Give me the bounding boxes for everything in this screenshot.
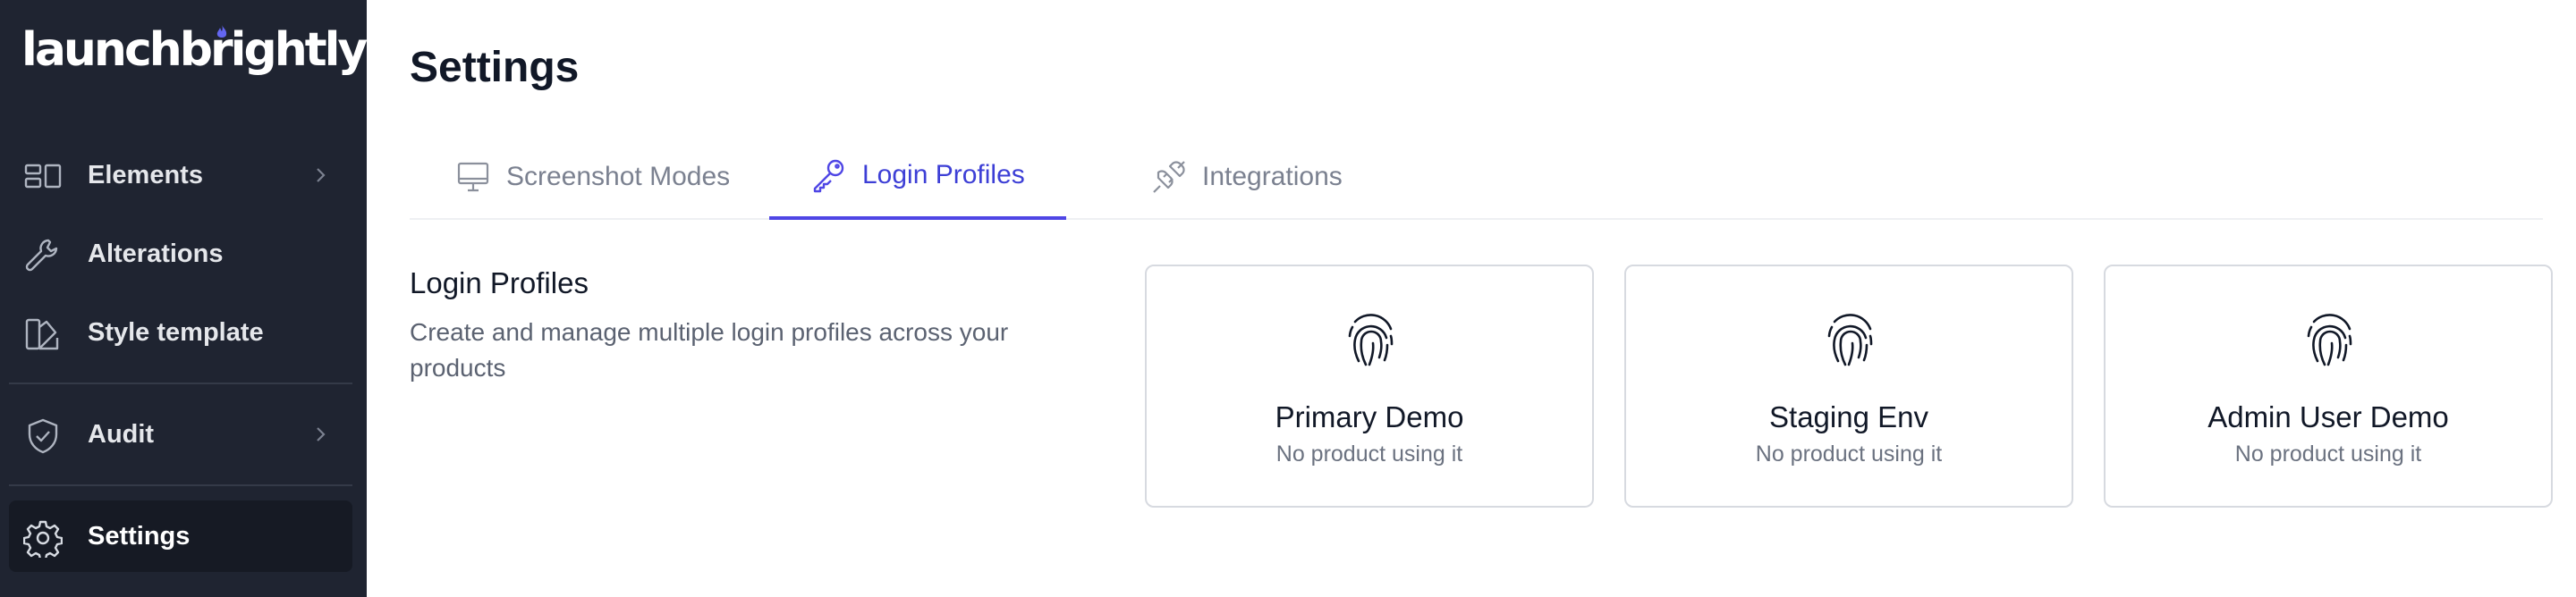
profile-status: No product using it	[1755, 441, 1943, 467]
key-icon	[813, 159, 844, 193]
sidebar-divider	[9, 484, 352, 486]
gear-icon	[23, 520, 63, 558]
sidebar-item-label: Style template	[88, 317, 264, 347]
sidebar-item-label: Settings	[88, 521, 191, 551]
chevron-right-icon	[317, 427, 326, 441]
section-title: Login Profiles	[410, 266, 589, 299]
main-content: Settings Screenshot Modes Login Profiles	[367, 0, 2576, 597]
profile-card-staging-env[interactable]: Staging Env No product using it	[1624, 265, 2073, 508]
sidebar-item-settings[interactable]: Settings	[9, 500, 352, 572]
sidebar-item-label: Elements	[88, 160, 203, 189]
tab-label: Screenshot Modes	[506, 162, 731, 191]
monitor-icon	[457, 162, 489, 192]
flame-icon	[216, 25, 227, 38]
sidebar-item-label: Alterations	[88, 239, 224, 268]
section-description: Create and manage multiple login profile…	[410, 318, 1009, 382]
sidebar-item-alterations[interactable]: Alterations	[9, 218, 352, 290]
settings-tabs: Screenshot Modes Login Profiles Integrat…	[410, 134, 2543, 220]
plug-icon	[1153, 161, 1185, 193]
fingerprint-icon	[1827, 314, 1873, 366]
profile-name: Primary Demo	[1275, 400, 1464, 433]
profile-status: No product using it	[1275, 441, 1463, 467]
page-title: Settings	[410, 44, 580, 91]
sidebar-item-audit[interactable]: Audit	[9, 399, 352, 470]
profile-name: Admin User Demo	[2207, 400, 2449, 433]
tab-label: Integrations	[1202, 162, 1343, 191]
fingerprint-icon	[2307, 314, 2352, 366]
sidebar-item-style-template[interactable]: Style template	[9, 297, 352, 368]
tab-label: Login Profiles	[862, 160, 1025, 189]
profile-card-primary-demo[interactable]: Primary Demo No product using it	[1145, 265, 1594, 508]
sidebar: launchbrightly Elements Alterations Styl…	[0, 0, 368, 597]
chevron-right-icon	[317, 168, 326, 182]
tab-integrations[interactable]: Integrations	[1150, 134, 1343, 220]
launchbrightly-logo[interactable]: launchbrightly	[21, 25, 368, 73]
sidebar-item-label: Audit	[88, 419, 155, 449]
sidebar-item-elements[interactable]: Elements	[9, 139, 352, 211]
profile-card-admin-user-demo[interactable]: Admin User Demo No product using it	[2104, 265, 2553, 508]
logo-text: launchbrightly	[21, 23, 368, 77]
tab-login-profiles[interactable]: Login Profiles	[769, 134, 1066, 220]
wrench-icon	[25, 239, 58, 272]
elements-icon	[24, 164, 62, 189]
tab-screenshot-modes[interactable]: Screenshot Modes	[454, 134, 730, 220]
style-template-icon	[25, 318, 59, 350]
profile-status: No product using it	[2234, 441, 2422, 467]
sidebar-divider	[9, 383, 352, 384]
fingerprint-icon	[1348, 314, 1394, 366]
profile-name: Staging Env	[1769, 400, 1928, 433]
shield-check-icon	[28, 418, 58, 454]
